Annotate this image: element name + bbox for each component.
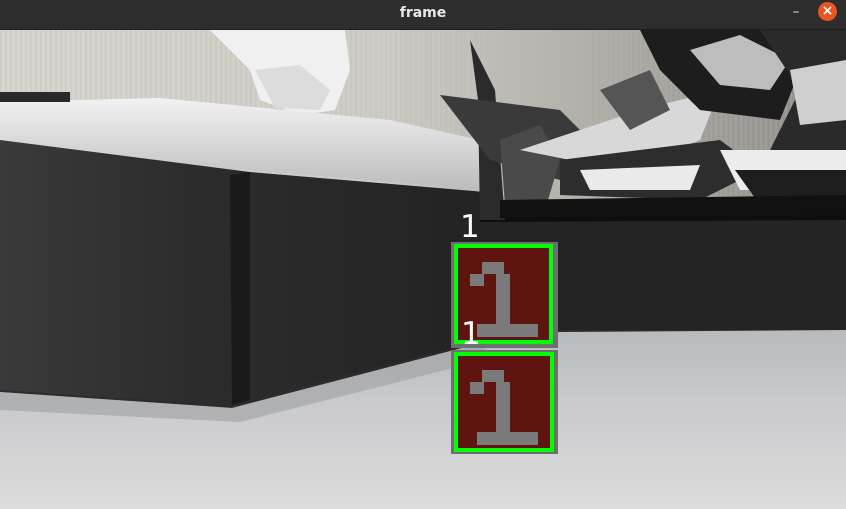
window-title: frame: [399, 5, 447, 21]
camera-frame-view: 1 1: [0, 30, 846, 509]
title-bar[interactable]: frame – ×: [0, 0, 846, 30]
close-button[interactable]: ×: [818, 2, 837, 21]
detection-label-2: 1: [461, 316, 481, 352]
minimize-button[interactable]: –: [787, 3, 805, 23]
app-window: frame – × 1 1: [0, 0, 846, 509]
detection-label-1: 1: [460, 209, 480, 245]
detection-overlay: [451, 242, 558, 454]
